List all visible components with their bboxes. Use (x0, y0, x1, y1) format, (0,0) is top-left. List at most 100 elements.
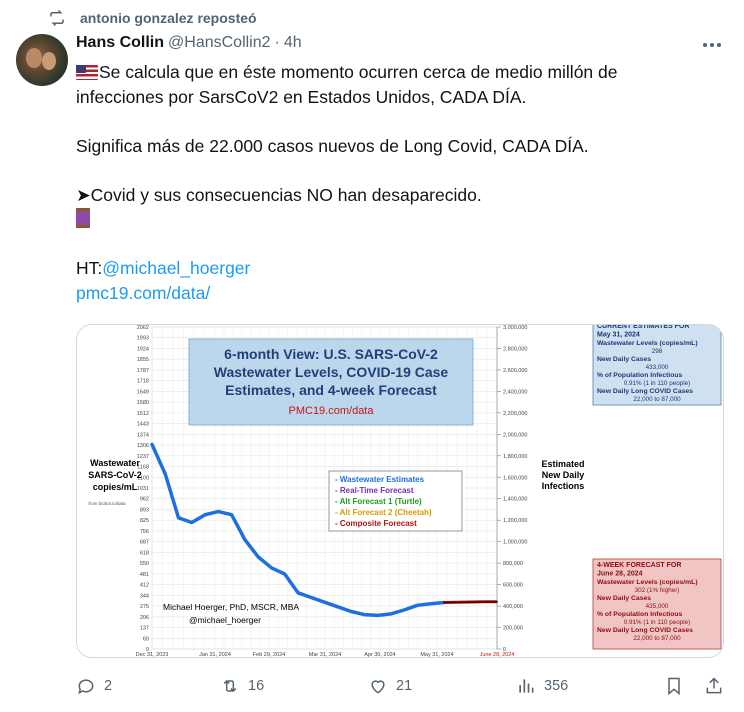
left-tick-label: 687 (140, 540, 149, 546)
legend-entry: - Real-Time Forecast (335, 486, 414, 495)
info-box-title: 4-WEEK FORECAST FOR (597, 562, 681, 569)
chart-title-line-2: Wastewater Levels, COVID-19 Case (214, 364, 449, 380)
ht-prefix: HT: (76, 258, 103, 278)
forecast-dot (496, 600, 498, 603)
forecast-dot (454, 601, 457, 604)
right-tick-label: 800,000 (503, 561, 523, 567)
bookmark-button[interactable] (664, 676, 692, 696)
tweet-line-2: infecciones por SarsCoV2 en Estados Unid… (76, 86, 527, 107)
more-options-icon[interactable] (700, 36, 724, 54)
tweet-header: Hans Collin @HansCollin2 · 4h (76, 34, 302, 52)
tweet-text: Se calcula que en éste momento ocurren c… (76, 60, 726, 305)
left-tick-label: 481 (140, 572, 149, 578)
right-tick-label: 1,600,000 (503, 475, 527, 481)
left-axis-label-1: Wastewater (90, 458, 140, 468)
x-tick-label: Dec 31, 2023 (136, 652, 169, 658)
right-axis-label-2: New Daily (542, 470, 585, 480)
info-box-line: 22,000 to 87,000 (633, 396, 681, 403)
view-count: 356 (544, 678, 569, 694)
left-tick-label: 962 (140, 497, 149, 503)
left-axis-label-2: SARS-CoV-2 (88, 470, 142, 480)
right-tick-label: 1,000,000 (503, 540, 527, 546)
x-tick-label: May 31, 2024 (420, 652, 453, 658)
right-tick-label: 600,000 (503, 583, 523, 589)
us-flag-icon (76, 65, 98, 80)
info-box-line: New Daily Cases (597, 595, 651, 602)
info-box-title: June 28, 2024 (597, 571, 643, 578)
info-box-line: 433,000 (646, 364, 669, 371)
repost-text: antonio gonzalez reposteó (80, 10, 257, 26)
forecast-dot (458, 601, 460, 604)
forecast-dot (444, 601, 447, 604)
like-button[interactable]: 21 (368, 676, 412, 696)
chart-image[interactable]: 2062 1993 1924 1855 1787 1718 1649 1580 1512 1443… (76, 324, 724, 658)
tweet-line-4: ➤Covid y sus consecuencias NO han desapa… (76, 184, 482, 205)
share-button[interactable] (704, 676, 732, 696)
chart-svg: 2062 1993 1924 1855 1787 1718 1649 1580 1512 1443… (77, 325, 723, 658)
info-box-line: New Daily Long COVID Cases (597, 627, 693, 634)
x-tick-label: Apr 30, 2024 (364, 652, 396, 658)
forecast-dot (448, 601, 451, 604)
current-estimates-box: CURRENT ESTIMATES FOR May 31, 2024Wastewa… (592, 325, 722, 406)
info-box-line: New Daily Long COVID Cases (597, 388, 693, 395)
info-box-line: 302 (1% higher) (635, 587, 680, 594)
reply-count: 2 (104, 678, 113, 694)
mention-link[interactable]: @michael_hoerger (102, 258, 250, 278)
thread-spool-icon (76, 208, 90, 228)
chart-title-url: PMC19.com/data (289, 405, 375, 417)
legend-entry: - Alt Forecast 1 (Turtle) (335, 497, 422, 506)
forecast-dot (452, 601, 455, 604)
left-tick-label: 1649 (137, 389, 149, 395)
reply-icon (78, 679, 94, 695)
right-tick-label: 1,200,000 (503, 518, 527, 524)
legend-entry: - Wastewater Estimates (335, 475, 425, 484)
forecast-dot (480, 601, 483, 603)
action-bar: 2 16 21 356 (76, 676, 726, 700)
left-tick-label: 1580 (137, 400, 149, 406)
forecast-dot (469, 601, 472, 604)
left-tick-label: 1374 (137, 432, 149, 438)
right-tick-label: 3,000,000 (503, 325, 527, 331)
views-button[interactable]: 356 (516, 676, 568, 696)
forecast-dot (479, 601, 481, 603)
left-tick-label: 893 (140, 507, 149, 513)
author-credit-1: Michael Hoerger, PhD, MSCR, MBA (163, 602, 299, 612)
forecast-dot (450, 601, 453, 604)
forecast-dot (490, 601, 493, 603)
author-credit-2: @michael_hoerger (189, 615, 261, 625)
info-box-line: New Daily Cases (597, 356, 651, 363)
tweet-line-3: Significa más de 22.000 casos nuevos de … (76, 135, 589, 156)
left-tick-label: 618 (140, 550, 149, 556)
left-tick-label: 69 (143, 636, 149, 642)
info-box-line: 298 (652, 348, 663, 355)
tweet-time[interactable]: 4h (284, 34, 302, 52)
left-tick-label: 344 (140, 593, 149, 599)
left-axis-label-3: copies/mL (93, 482, 138, 492)
info-box-line: 22,000 to 87,000 (633, 635, 681, 642)
url-link[interactable]: pmc19.com/data/ (76, 283, 210, 303)
chart-title-line-3: Estimates, and 4-week Forecast (225, 382, 437, 398)
right-tick-label: 2,000,000 (503, 432, 527, 438)
views-icon (519, 679, 534, 693)
forecast-box: 4-WEEK FORECAST FOR June 28, 2024Wastewat… (592, 558, 722, 650)
bookmark-icon (668, 677, 680, 696)
right-tick-label: 2,800,000 (503, 346, 527, 352)
left-tick-label: 275 (140, 604, 149, 610)
left-tick-label: 1443 (137, 422, 149, 428)
right-tick-label: 1,800,000 (503, 454, 527, 460)
info-box-title: CURRENT ESTIMATES FOR (597, 325, 689, 330)
author-handle[interactable]: @HansCollin2 (168, 34, 271, 52)
author-name[interactable]: Hans Collin (76, 34, 164, 52)
avatar[interactable] (16, 34, 68, 86)
forecast-dot (488, 601, 491, 603)
reply-button[interactable]: 2 (76, 676, 112, 696)
repost-action-icon (223, 679, 237, 693)
repost-button[interactable]: 16 (220, 676, 264, 696)
legend-entry: - Alt Forecast 2 (Cheetah) (335, 508, 432, 517)
repost-indicator[interactable]: antonio gonzalez reposteó (48, 9, 257, 27)
left-tick-label: 206 (140, 615, 149, 621)
chart-title-line-1: 6-month View: U.S. SARS-CoV-2 (224, 346, 438, 362)
right-tick-label: 2,200,000 (503, 411, 527, 417)
share-icon (706, 677, 722, 694)
left-tick-label: 825 (140, 518, 149, 524)
